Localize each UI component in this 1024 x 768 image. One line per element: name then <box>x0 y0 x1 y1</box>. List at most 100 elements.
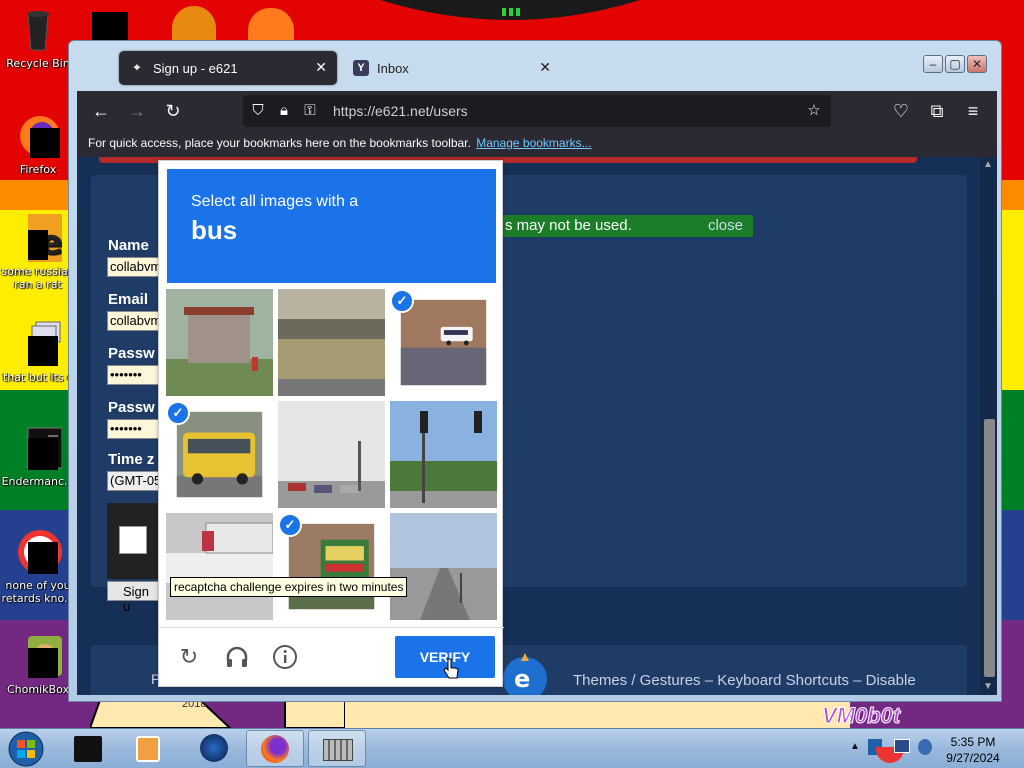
folder-icon <box>323 739 353 761</box>
recaptcha-footer: ↻ VERIFY <box>159 627 504 687</box>
tile-image <box>390 401 497 508</box>
bookmark-star-icon[interactable]: ☆ <box>805 102 823 120</box>
hand-cursor-icon <box>443 658 459 679</box>
desktop-icon-russian[interactable]: e some russian ran a rat <box>0 214 76 291</box>
image-tile[interactable] <box>166 513 273 620</box>
captcha-widget <box>107 503 159 579</box>
desktop-icon-chomikbox[interactable]: ChomikBox <box>0 632 76 696</box>
captcha-checkbox[interactable] <box>119 526 147 554</box>
info-icon[interactable] <box>272 644 298 670</box>
desktop-icon-firefox[interactable]: Firefox <box>0 112 76 176</box>
close-tab-icon[interactable]: ✕ <box>539 60 551 74</box>
media-icon <box>14 528 62 576</box>
email-label: Email <box>108 291 149 308</box>
tile-image <box>390 513 497 620</box>
password-label: Passw <box>108 345 155 362</box>
manage-bookmarks-link[interactable]: Manage bookmarks... <box>476 136 591 150</box>
taskbar-item-globe[interactable] <box>184 730 242 767</box>
name-field[interactable]: collabvm <box>107 257 159 277</box>
key-icon[interactable]: ⚿ <box>301 102 319 120</box>
taskbar-item-explorer[interactable] <box>308 730 366 767</box>
tab-signup[interactable]: ⌖ Sign up - e621 ✕ <box>119 51 337 85</box>
url-text[interactable]: https://e621.net/users <box>333 103 468 119</box>
email-field[interactable]: collabvm <box>107 311 159 331</box>
pocket-icon[interactable]: ♡ <box>889 99 913 123</box>
selected-check-icon: ✓ <box>390 289 414 313</box>
tile-image <box>166 513 273 620</box>
page-scrollbar[interactable]: ▲ ▼ <box>980 157 997 695</box>
tile-image <box>278 289 385 396</box>
firefox-icon <box>261 735 289 763</box>
clock[interactable]: 5:35 PM 9/27/2024 <box>930 734 1016 766</box>
media-player-icon <box>136 736 160 762</box>
desktop-icon-label: that but its c <box>2 371 74 384</box>
close-tab-icon[interactable]: ✕ <box>315 60 327 74</box>
bookmarks-hint: For quick access, place your bookmarks h… <box>88 136 471 150</box>
desktop-icon-label: Endermanc... <box>1 475 75 488</box>
menu-icon[interactable]: ≡ <box>961 99 985 123</box>
forward-button[interactable]: → <box>125 99 149 123</box>
tab-bar: ⌖ Sign up - e621 ✕ Y Inbox ✕ – ▢ ✕ <box>77 49 993 89</box>
maximize-button[interactable]: ▢ <box>945 55 965 73</box>
start-button[interactable] <box>6 730 46 768</box>
shield-icon[interactable]: ⛉ <box>249 102 267 120</box>
image-tile[interactable] <box>166 289 273 396</box>
password-field[interactable]: ••••••• <box>107 365 159 385</box>
desktop-icon-none-of-you[interactable]: none of you retards kno... <box>0 528 76 605</box>
taskbar-item-media[interactable] <box>120 730 178 767</box>
desktop-icon-label: Recycle Bin <box>6 57 70 70</box>
navigation-toolbar: ← → ↻ ⛉ 🔒︎ ⚿ https://e621.net/users ☆ ♡ … <box>77 91 997 131</box>
tab-title: Sign up - e621 <box>153 60 238 76</box>
globe-icon <box>200 734 228 762</box>
firefox-favicon-icon: ⌖ <box>133 61 141 74</box>
recaptcha-challenge: Select all images with a bus ✓ ✓ ✓ recap… <box>158 160 504 687</box>
password-confirm-field[interactable]: ••••••• <box>107 419 159 439</box>
selected-check-icon: ✓ <box>278 513 302 537</box>
scroll-down-icon[interactable]: ▼ <box>983 681 993 692</box>
audio-challenge-icon[interactable] <box>224 644 250 670</box>
lock-icon[interactable]: 🔒︎ <box>275 102 293 120</box>
y-favicon-icon: Y <box>353 60 369 76</box>
image-tile[interactable] <box>278 289 385 396</box>
bookmarks-toolbar: For quick access, place your bookmarks h… <box>77 131 997 157</box>
timezone-select[interactable]: (GMT-05 <box>107 471 159 491</box>
tab-title: Inbox <box>377 60 409 76</box>
image-tile[interactable] <box>390 513 497 620</box>
desktop-icon-endermanch[interactable]: Endermanc... <box>0 424 76 488</box>
url-bar[interactable]: ⛉ 🔒︎ ⚿ https://e621.net/users ☆ <box>243 95 831 127</box>
footer-links[interactable]: Themes / Gestures – Keyboard Shortcuts –… <box>573 669 953 695</box>
clock-time: 5:35 PM <box>950 735 996 749</box>
desktop-icon-that[interactable]: that but its c <box>0 320 76 384</box>
notice-banner: s may not be used. close <box>497 215 753 237</box>
notice-close-link[interactable]: close <box>708 217 743 234</box>
recaptcha-header: Select all images with a bus <box>167 169 496 283</box>
taskbar-item-firefox[interactable] <box>246 730 304 767</box>
tile-image <box>176 411 263 498</box>
taskbar-item-black-box[interactable] <box>60 730 118 767</box>
recaptcha-target: bus <box>191 215 238 245</box>
minimize-button[interactable]: – <box>923 55 943 73</box>
extensions-icon[interactable]: ⧉ <box>925 99 949 123</box>
password-confirm-label: Passw <box>108 399 155 416</box>
tile-image <box>166 289 273 396</box>
box-icon <box>74 736 102 762</box>
signup-button[interactable]: Sign u <box>107 581 159 614</box>
show-hidden-icons-icon[interactable]: ▲ <box>850 741 860 752</box>
tab-inbox[interactable]: Y Inbox ✕ <box>343 51 561 85</box>
image-tile[interactable] <box>390 401 497 508</box>
scroll-thumb[interactable] <box>984 419 995 677</box>
desktop-icon-partial-1[interactable] <box>92 12 128 40</box>
windows-stack-icon <box>14 320 62 368</box>
e621-logo-icon[interactable]: e 621 <box>497 649 553 695</box>
document-icon: e <box>14 214 63 263</box>
tile-image <box>278 401 385 508</box>
back-button[interactable]: ← <box>89 99 113 123</box>
reload-button[interactable]: ↻ <box>161 99 185 123</box>
reload-challenge-icon[interactable]: ↻ <box>176 644 202 670</box>
firefox-icon <box>14 112 62 160</box>
close-window-button[interactable]: ✕ <box>967 55 987 73</box>
desktop-icon-recycle-bin[interactable]: Recycle Bin <box>0 6 76 70</box>
network-icon[interactable] <box>894 739 910 753</box>
scroll-up-icon[interactable]: ▲ <box>983 159 993 170</box>
image-tile[interactable] <box>278 401 385 508</box>
